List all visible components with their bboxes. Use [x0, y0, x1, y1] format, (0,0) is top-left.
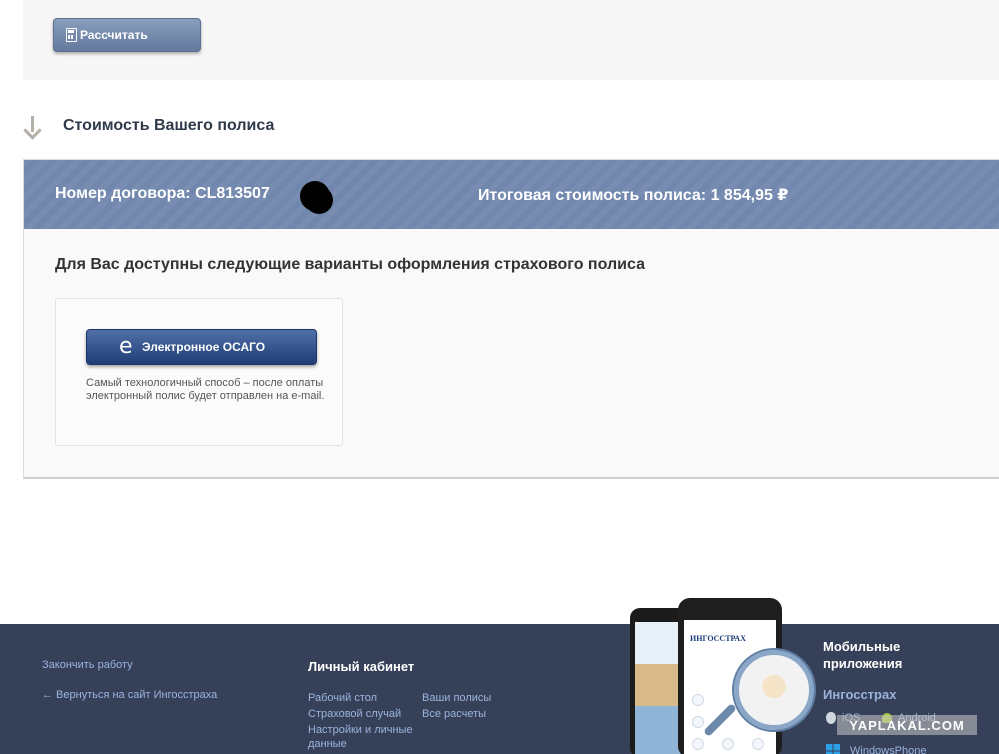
watermark: YAPLAKAL.COM [837, 715, 977, 735]
eosago-button[interactable]: e Электронное ОСАГО [86, 329, 317, 365]
cabinet-link-policies[interactable]: Ваши полисы [422, 691, 491, 705]
app-tile-icon [692, 738, 704, 750]
policy-result-card: Номер договора: CL813507 Итоговая стоимо… [23, 159, 999, 479]
policy-summary-bar: Номер договора: CL813507 Итоговая стоимо… [24, 160, 999, 229]
back-to-site-link[interactable]: ← Вернуться на сайт Ингосстраха [42, 689, 217, 701]
section-title: Стоимость Вашего полиса [63, 117, 275, 134]
calculator-icon [66, 28, 77, 42]
magnifier-icon [734, 650, 814, 730]
windows-icon [826, 744, 840, 754]
total-cost: Итоговая стоимость полиса: 1 854,95 ₽ [478, 187, 789, 204]
eosago-button-label: Электронное ОСАГО [142, 340, 266, 354]
calc-panel: Рассчитать [23, 0, 999, 80]
app-tile-icon [692, 694, 704, 706]
cabinet-link-settings[interactable]: Настройки и личные данные [308, 723, 418, 751]
cabinet-link-desktop[interactable]: Рабочий стол [308, 691, 377, 705]
app-logo: ИНГОССТРАХ [690, 634, 746, 643]
arrow-down-icon [22, 114, 44, 138]
calculate-button[interactable]: Рассчитать [53, 18, 201, 52]
app-name-link[interactable]: Ингосстрах [823, 687, 896, 702]
option-card-eosago: e Электронное ОСАГО Самый технологичный … [55, 298, 343, 446]
app-tile-icon [752, 738, 764, 750]
contract-number: Номер договора: CL813507 [55, 185, 270, 202]
cabinet-title: Личный кабинет [308, 659, 415, 674]
apple-icon [826, 712, 836, 724]
redaction-mark [300, 181, 330, 211]
e-letter-icon: e [119, 334, 133, 359]
options-title: Для Вас доступны следующие варианты офор… [55, 256, 645, 273]
page: Рассчитать Стоимость Вашего полиса Номер… [0, 0, 999, 754]
os-windowsphone-label: WindowsPhone [850, 745, 927, 754]
app-tile-icon [692, 716, 704, 728]
section-header: Стоимость Вашего полиса [22, 114, 274, 138]
cabinet-link-claim[interactable]: Страховой случай [308, 707, 401, 721]
option-description: Самый технологичный способ – после оплат… [86, 377, 325, 402]
calculate-button-label: Рассчитать [80, 28, 148, 42]
logout-link[interactable]: Закончить работу [42, 659, 133, 671]
app-tile-icon [722, 738, 734, 750]
cabinet-link-calculations[interactable]: Все расчеты [422, 707, 486, 721]
os-windowsphone-link[interactable]: WindowsPhone [826, 744, 926, 754]
mobile-apps-title: Мобильные приложения [823, 639, 903, 671]
